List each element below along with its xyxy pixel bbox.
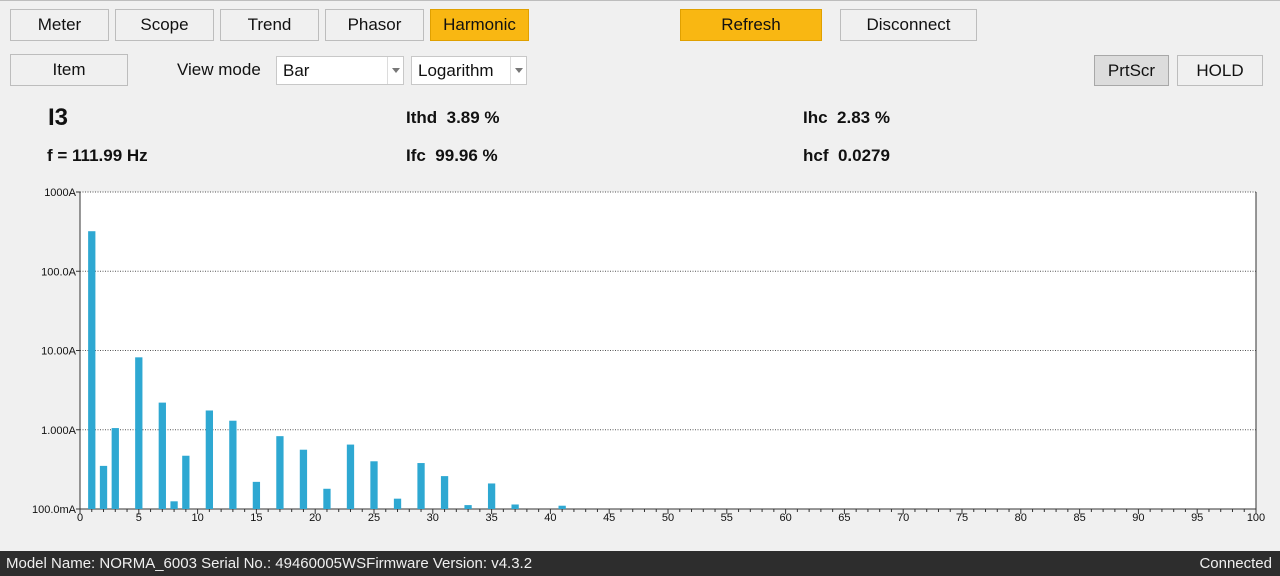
x-tick-label: 5 (136, 512, 142, 524)
prtscr-button[interactable]: PrtScr (1094, 55, 1169, 86)
x-tick-label: 0 (77, 512, 83, 524)
ihc-label: Ihc (803, 108, 828, 127)
ihc-readout: Ihc 2.83 % (803, 108, 890, 128)
harmonic-bar (88, 231, 96, 509)
x-tick-label: 75 (956, 512, 968, 524)
x-tick-label: 100 (1247, 512, 1265, 524)
harmonic-bar (229, 420, 237, 509)
ithd-label: Ithd (406, 108, 438, 127)
harmonic-bar (299, 449, 308, 509)
x-tick-label: 95 (1191, 512, 1203, 524)
chevron-down-icon[interactable] (387, 57, 403, 84)
ifc-readout: Ifc 99.96 % (406, 146, 498, 166)
hold-button[interactable]: HOLD (1177, 55, 1263, 86)
x-tick-label: 85 (1073, 512, 1085, 524)
x-tick-label: 80 (1015, 512, 1027, 524)
ihc-value: 2.83 % (837, 108, 890, 127)
x-tick-label: 20 (309, 512, 321, 524)
frequency-readout: f = 111.99 Hz (47, 146, 148, 165)
scale-select[interactable]: Logarithm (411, 56, 527, 85)
ifc-label: Ifc (406, 146, 426, 165)
harmonic-bar (440, 476, 449, 509)
refresh-button[interactable]: Refresh (680, 9, 822, 41)
tab-scope[interactable]: Scope (115, 9, 214, 41)
tab-phasor[interactable]: Phasor (325, 9, 424, 41)
disconnect-button[interactable]: Disconnect (840, 9, 977, 41)
harmonic-bar (323, 488, 331, 509)
channel-label: I3 (48, 104, 69, 131)
view-mode-value: Bar (283, 60, 310, 80)
y-tick-label: 1.000A (41, 425, 77, 437)
x-tick-label: 35 (485, 512, 497, 524)
y-tick-label: 100.0A (41, 266, 77, 278)
x-tick-label: 90 (1132, 512, 1144, 524)
x-tick-label: 45 (603, 512, 615, 524)
harmonic-bar (370, 461, 378, 509)
harmonic-bar (487, 483, 496, 509)
x-tick-label: 30 (427, 512, 439, 524)
view-mode-label: View mode (177, 60, 261, 79)
connection-status: Connected (1199, 555, 1272, 572)
device-info: Model Name: NORMA_6003 Serial No.: 49460… (6, 555, 533, 572)
x-tick-label: 40 (544, 512, 556, 524)
harmonic-bar (170, 501, 178, 509)
top-border (0, 0, 1280, 1)
y-tick-label: 1000A (44, 187, 76, 199)
tab-trend[interactable]: Trend (220, 9, 319, 41)
ifc-value: 99.96 % (435, 146, 498, 165)
y-tick-label: 100.0mA (32, 504, 77, 516)
harmonic-bar (182, 455, 190, 509)
harmonic-bar (276, 436, 284, 509)
scale-value: Logarithm (418, 60, 494, 80)
harmonic-bar (111, 428, 119, 509)
x-tick-label: 70 (897, 512, 909, 524)
x-tick-label: 65 (838, 512, 850, 524)
x-tick-label: 50 (662, 512, 674, 524)
x-tick-label: 15 (250, 512, 262, 524)
harmonic-bar (205, 410, 214, 509)
harmonic-bar (511, 504, 519, 509)
view-mode-select[interactable]: Bar (276, 56, 404, 85)
y-tick-label: 10.00A (41, 346, 77, 358)
harmonic-bar (346, 444, 355, 509)
harmonic-bar (417, 463, 425, 509)
x-tick-label: 55 (721, 512, 733, 524)
chevron-down-icon[interactable] (510, 57, 526, 84)
tab-harmonic[interactable]: Harmonic (430, 9, 529, 41)
harmonic-bar (464, 505, 472, 509)
harmonic-bar (158, 402, 166, 509)
ithd-readout: Ithd 3.89 % (406, 108, 500, 128)
item-button[interactable]: Item (10, 54, 128, 86)
tab-meter[interactable]: Meter (10, 9, 109, 41)
x-tick-label: 25 (368, 512, 380, 524)
harmonic-bar (393, 498, 402, 509)
status-bar: Model Name: NORMA_6003 Serial No.: 49460… (0, 551, 1280, 576)
hcf-readout: hcf 0.0279 (803, 146, 890, 166)
ithd-value: 3.89 % (446, 108, 500, 127)
x-tick-label: 60 (779, 512, 791, 524)
harmonic-bar (558, 505, 566, 509)
harmonic-bar (252, 481, 261, 509)
hcf-label: hcf (803, 146, 829, 165)
x-tick-label: 10 (191, 512, 203, 524)
harmonic-bar-chart: 1000A 100.0A 10.00A 1.000A 100.0mA0 5 10 15 20 25… (32, 187, 1265, 524)
harmonic-bar (99, 465, 108, 509)
harmonic-bar (135, 357, 143, 509)
hcf-value: 0.0279 (837, 146, 890, 165)
